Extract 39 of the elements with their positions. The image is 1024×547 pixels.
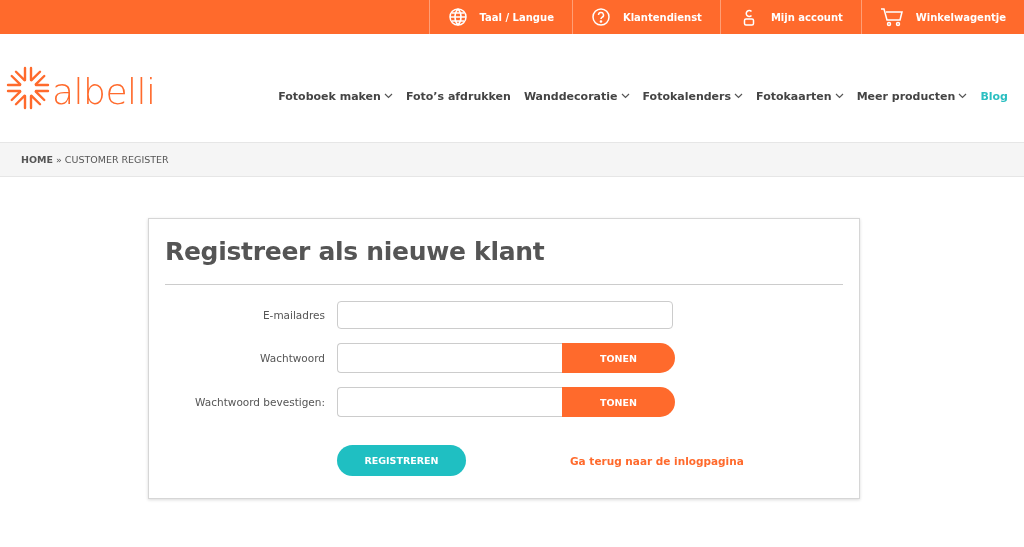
chevron-down-icon <box>383 93 393 99</box>
cart-icon <box>879 7 904 27</box>
top-bar-label: Winkelwagentje <box>915 11 1006 23</box>
nav-link[interactable]: Fotoboek maken <box>278 89 393 103</box>
top-bar-link[interactable]: Winkelwagentje <box>860 0 1024 34</box>
show-password-button[interactable]: TONEN <box>562 343 675 373</box>
top-bar-label: Taal / Langue <box>479 11 554 23</box>
password-field[interactable] <box>337 387 562 417</box>
form-title: Registreer als nieuwe klant <box>165 237 843 285</box>
nav-link[interactable]: Wanddecoratie <box>523 89 630 103</box>
breadcrumb-separator: » <box>56 154 62 165</box>
nav-link[interactable]: Foto’s afdrukken <box>405 89 511 103</box>
logo-text[interactable]: albelli <box>52 74 156 110</box>
back-to-login-link[interactable]: Ga terug naar de inlogpagina <box>570 454 744 467</box>
top-bar-link[interactable]: Klantendienst <box>571 0 720 34</box>
password-field[interactable] <box>337 343 562 373</box>
top-bar-label: Mijn account <box>770 11 843 23</box>
chevron-down-icon <box>734 93 744 99</box>
field-label: Wachtwoord bevestigen: <box>194 396 325 408</box>
nav-link[interactable]: Fotokalenders <box>642 89 744 103</box>
email-field[interactable] <box>337 301 673 329</box>
top-bar-label: Klantendienst <box>622 11 702 23</box>
top-bar-link[interactable]: Taal / Langue <box>428 0 572 34</box>
show-password-button[interactable]: TONEN <box>562 387 675 417</box>
logo-icon <box>6 66 50 110</box>
field-label: Wachtwoord <box>259 352 325 364</box>
help-icon <box>590 7 611 27</box>
chevron-down-icon <box>958 93 968 99</box>
breadcrumb-home-link[interactable]: HOME <box>21 154 53 165</box>
breadcrumb-current: CUSTOMER REGISTER <box>64 154 169 165</box>
nav-link[interactable]: Fotokaarten <box>756 89 844 103</box>
nav-link[interactable]: Blog <box>980 89 1008 103</box>
chevron-down-icon <box>834 93 844 99</box>
register-button[interactable]: REGISTREREN <box>337 445 466 476</box>
chevron-down-icon <box>620 93 630 99</box>
nav-link[interactable]: Meer producten <box>856 89 968 103</box>
top-bar-link[interactable]: Mijn account <box>719 0 861 34</box>
field-label: E-mailadres <box>261 309 325 321</box>
globe-icon <box>447 7 468 27</box>
